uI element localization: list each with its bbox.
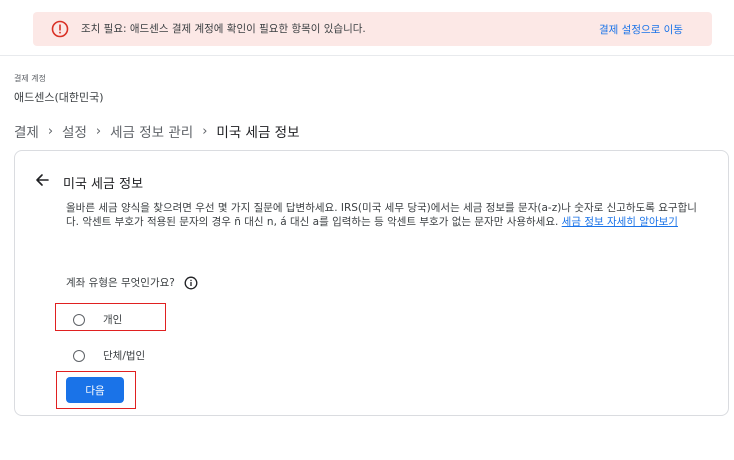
back-arrow-icon[interactable] xyxy=(33,171,51,189)
divider xyxy=(0,55,734,56)
breadcrumb-separator: › xyxy=(47,123,54,139)
breadcrumb-billing[interactable]: 결제 xyxy=(14,121,39,141)
breadcrumb: 결제 › 설정 › 세금 정보 관리 › 미국 세금 정보 xyxy=(14,121,300,142)
breadcrumb-separator: › xyxy=(95,123,102,139)
breadcrumb-separator: › xyxy=(202,123,208,139)
alert-circle-icon xyxy=(51,20,69,38)
card-title: 미국 세금 정보 xyxy=(63,177,144,192)
breadcrumb-us-tax-info: 미국 세금 정보 xyxy=(216,125,300,141)
question-text: 계좌 유형은 무엇인가요? xyxy=(66,277,175,289)
go-to-billing-settings-link[interactable]: 결제 설정으로 이동 xyxy=(599,22,683,37)
info-icon[interactable] xyxy=(184,276,198,290)
tax-info-description: 올바른 세금 양식을 찾으려면 우선 몇 가지 질문에 답변하세요. IRS(미… xyxy=(66,201,706,229)
billing-account-name: 애드센스(대한민국) xyxy=(14,91,104,104)
breadcrumb-tax-info-management[interactable]: 세금 정보 관리 xyxy=(110,121,193,141)
billing-account-label: 결제 계정 xyxy=(14,74,46,83)
action-required-alert: 조치 필요: 애드센스 결제 계정에 확인이 필요한 항목이 있습니다. 결제 … xyxy=(33,12,712,46)
radio-label-entity: 단체/법인 xyxy=(103,350,146,362)
alert-message: 조치 필요: 애드센스 결제 계정에 확인이 필요한 항목이 있습니다. xyxy=(81,23,366,35)
us-tax-info-card: 미국 세금 정보 올바른 세금 양식을 찾으려면 우선 몇 가지 질문에 답변하… xyxy=(14,150,729,416)
account-type-question: 계좌 유형은 무엇인가요? xyxy=(66,275,198,290)
learn-more-tax-info-link[interactable]: 세금 정보 자세히 알아보기 xyxy=(562,216,678,228)
highlight-box-next xyxy=(56,371,136,409)
radio-circle[interactable] xyxy=(73,349,85,362)
highlight-box-individual xyxy=(55,303,166,331)
radio-entity[interactable]: 단체/법인 xyxy=(73,348,145,363)
breadcrumb-settings[interactable]: 설정 xyxy=(62,121,87,141)
